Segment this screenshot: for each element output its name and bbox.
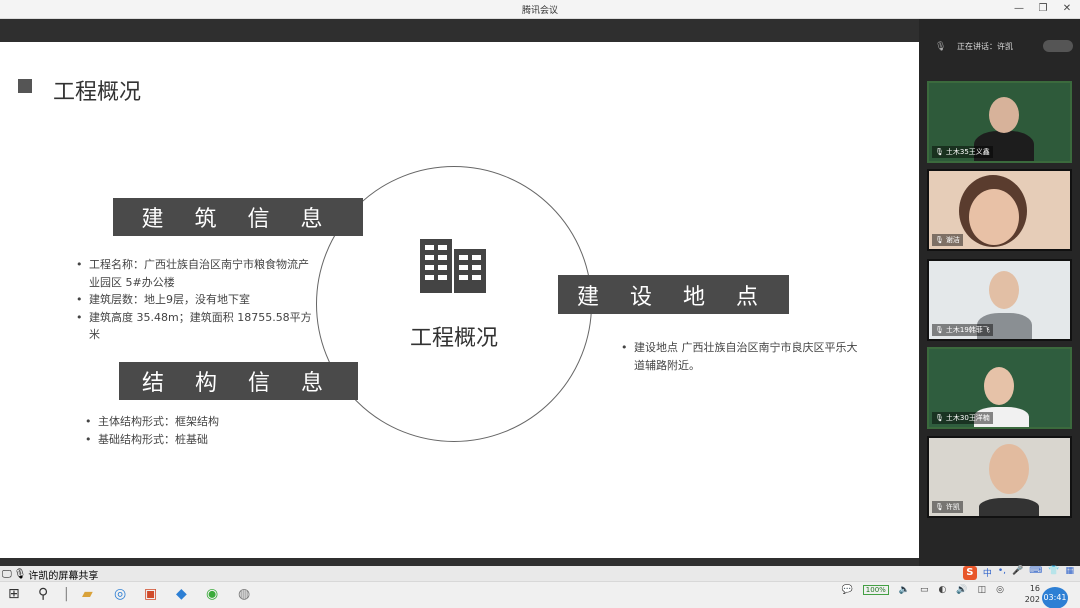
screen-icon: 🖵 — [2, 569, 12, 580]
chat-icon[interactable]: 💬 — [842, 585, 853, 595]
battery-indicator[interactable]: 100% — [862, 585, 889, 595]
file-explorer-icon[interactable]: ▰ — [82, 586, 93, 602]
close-icon[interactable]: ✕ — [1062, 2, 1072, 16]
minimize-icon[interactable]: — — [1014, 2, 1024, 16]
grid-icon[interactable]: ▦ — [1065, 566, 1074, 580]
mic-icon: 🎙 — [935, 41, 947, 52]
keyboard-icon[interactable]: ⌨ — [1029, 566, 1042, 580]
participant-name: 🎙 土木35王义鑫 — [932, 146, 993, 158]
section-list-structure: 主体结构形式：框架结构 基础结构形式：桩基础 — [84, 413, 304, 448]
center-label: 工程概况 — [409, 326, 498, 351]
participant-tile[interactable]: 🎙 谢洁 — [927, 169, 1072, 251]
share-bottom-strip — [0, 558, 919, 566]
section-heading-building: 建 筑 信 息 — [113, 198, 363, 236]
participant-name: 🎙 土木19韩菲飞 — [932, 324, 993, 336]
skin-icon[interactable]: 👕 — [1048, 566, 1059, 580]
windows-start-icon[interactable]: ⊞ — [8, 586, 20, 602]
section-list-building: 工程名称：广西壮族自治区南宁市粮食物流产业园区 5#办公楼 建筑层数：地上9层，… — [75, 256, 315, 344]
list-item: 建筑高度 35.48m；建筑面积 18755.58平方米 — [75, 309, 315, 344]
network-icon[interactable]: ▭ — [920, 585, 929, 595]
title-square-icon — [18, 79, 32, 93]
meeting-app-icon[interactable]: ◆ — [176, 586, 187, 602]
windows-taskbar: ⊞ ⚲ | ▰ ◎ ▣ ◆ ◉ ◍ 💬 100% 🔈 ▭ ◐ 🔊 ◫ ◎ 16 … — [0, 581, 1080, 608]
ime-mode-icon[interactable]: 中 — [983, 566, 992, 580]
wechat-icon[interactable]: ◉ — [206, 586, 218, 602]
participant-name: 🎙 谢洁 — [932, 234, 963, 246]
app-icon[interactable]: ◍ — [238, 586, 250, 602]
system-tray: 💬 100% 🔈 ▭ ◐ 🔊 ◫ ◎ — [842, 585, 1076, 595]
volume-icon[interactable]: 🔈 — [899, 585, 910, 595]
punctuation-icon[interactable]: •, — [998, 566, 1006, 580]
list-item: 基础结构形式：桩基础 — [84, 431, 304, 449]
system-clock[interactable]: 16 202 — [1025, 583, 1040, 605]
mic-icon: 🎙 — [935, 148, 944, 156]
participant-name: 🎙 土木30王洋楠 — [932, 412, 993, 424]
list-item: 建设地点 广西壮族自治区南宁市良庆区平乐大道辅路附近。 — [620, 339, 860, 374]
participant-tile[interactable]: 🎙 土木35王义鑫 — [927, 81, 1072, 163]
search-icon[interactable]: ⚲ — [38, 586, 48, 602]
window-controls: — ❐ ✕ — [1014, 2, 1072, 16]
window-title: 腾讯会议 — [521, 6, 558, 16]
mic-icon: 🎙 — [935, 326, 944, 334]
meeting-timer-bubble[interactable]: 03:41 — [1042, 587, 1068, 608]
list-item: 建筑层数：地上9层，没有地下室 — [75, 291, 315, 309]
window-titlebar: 腾讯会议 — ❐ ✕ — [0, 0, 1080, 19]
building-icon — [420, 239, 486, 293]
participant-name: 🎙 许凯 — [932, 501, 963, 513]
share-label[interactable]: 🖵 🎙 许凯的屏幕共享 — [2, 567, 98, 582]
mic-icon: 🎙 — [935, 503, 944, 511]
participant-tile[interactable]: 🎙 许凯 — [927, 436, 1072, 518]
screen-share-bar: 🖵 🎙 许凯的屏幕共享 S 中 •, 🎤 ⌨ 👕 ▦ — [0, 566, 1080, 582]
speaking-label: 正在讲话：许凯 — [957, 42, 1013, 51]
camera-icon[interactable]: ◐ — [939, 585, 947, 595]
input-method-toolbar: S 中 •, 🎤 ⌨ 👕 ▦ — [962, 566, 1074, 580]
mic-icon: 🎙 — [935, 236, 944, 244]
section-heading-structure: 结 构 信 息 — [119, 362, 358, 400]
list-item: 主体结构形式：框架结构 — [84, 413, 304, 431]
speaker-icon[interactable]: 🔊 — [956, 585, 967, 595]
sogou-logo-icon[interactable]: S — [962, 566, 977, 580]
share-top-strip — [0, 19, 919, 42]
restore-icon[interactable]: ❐ — [1038, 2, 1048, 16]
powerpoint-icon[interactable]: ▣ — [144, 586, 157, 602]
section-list-location: 建设地点 广西壮族自治区南宁市良庆区平乐大道辅路附近。 — [620, 339, 860, 374]
participant-tile[interactable]: 🎙 土木30王洋楠 — [927, 347, 1072, 429]
browser-tray-icon[interactable]: ◎ — [996, 585, 1004, 595]
shared-slide: 工程概况 工程概况 建 筑 信 息 工程名称：广西壮族自治区南宁市粮食物流产业园… — [0, 42, 919, 558]
slide-title: 工程概况 — [53, 80, 142, 105]
browser-icon[interactable]: ◎ — [114, 586, 126, 602]
voice-icon[interactable]: 🎤 — [1012, 566, 1023, 580]
mic-icon: 🎙 — [13, 569, 27, 580]
list-item: 工程名称：广西壮族自治区南宁市粮食物流产业园区 5#办公楼 — [75, 256, 315, 291]
mic-icon: 🎙 — [935, 414, 944, 422]
ime-tray-icon[interactable]: ◫ — [978, 585, 987, 595]
section-heading-location: 建 设 地 点 — [558, 275, 789, 314]
speaking-indicator: 🎙 正在讲话：许凯 — [929, 37, 1077, 56]
audio-level-pill[interactable] — [1043, 40, 1073, 52]
divider-icon: | — [64, 586, 69, 602]
participant-tile[interactable]: 🎙 土木19韩菲飞 — [927, 259, 1072, 341]
